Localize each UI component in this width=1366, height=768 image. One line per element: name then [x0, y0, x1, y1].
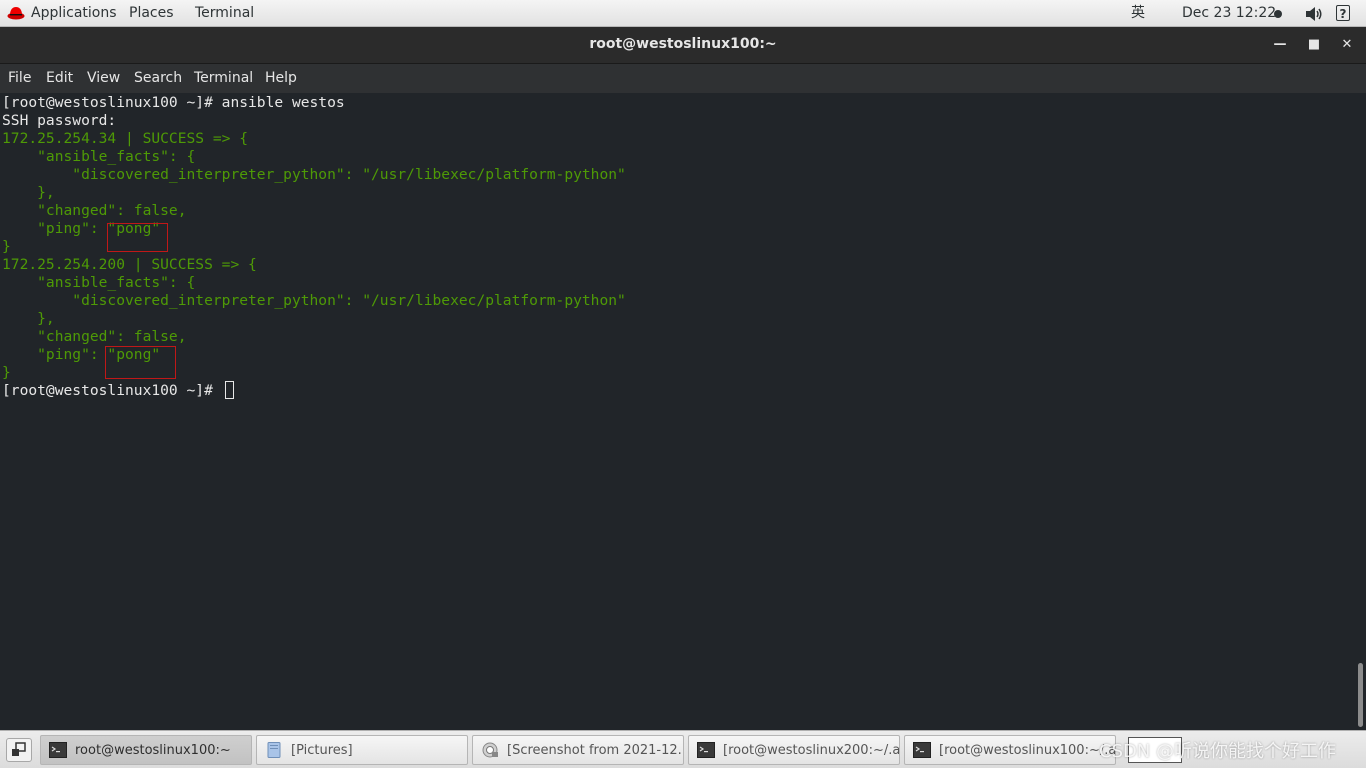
help-icon[interactable]: ?	[1336, 5, 1350, 21]
terminal-line: "ansible_facts": {	[2, 274, 196, 291]
file-manager-icon	[265, 742, 283, 758]
maximize-button[interactable]: ■	[1304, 35, 1324, 55]
task-label: root@westoslinux100:~	[75, 743, 231, 758]
menu-file[interactable]: File	[8, 70, 31, 87]
task-label: [root@westoslinux100:~/.a...	[939, 743, 1116, 758]
menu-terminal[interactable]: Terminal	[194, 70, 253, 87]
menu-edit[interactable]: Edit	[46, 70, 73, 87]
close-button[interactable]: ✕	[1337, 35, 1357, 55]
terminal-app-menu[interactable]: Terminal	[195, 4, 254, 23]
menu-help[interactable]: Help	[265, 70, 297, 87]
places-menu[interactable]: Places	[129, 4, 174, 23]
terminal-line: "discovered_interpreter_python": "/usr/l…	[2, 166, 626, 183]
terminal-line: "changed": false,	[2, 328, 187, 345]
terminal-line: 172.25.254.200 | SUCCESS => {	[2, 256, 257, 273]
terminal-line: "changed": false,	[2, 202, 187, 219]
terminal-line: 172.25.254.34 | SUCCESS => {	[2, 130, 249, 147]
clock[interactable]: Dec 23 12:22	[1182, 4, 1276, 23]
menu-view[interactable]: View	[87, 70, 120, 87]
task-label: [Pictures]	[291, 743, 353, 758]
redhat-logo-icon[interactable]	[7, 6, 25, 20]
terminal-scrollbar[interactable]	[1356, 93, 1366, 730]
scrollbar-thumb[interactable]	[1358, 663, 1363, 727]
task-button-screenshot[interactable]: [Screenshot from 2021-12...	[472, 735, 684, 765]
terminal-line: }	[2, 364, 11, 381]
terminal-icon	[49, 742, 67, 758]
task-button-terminal-200[interactable]: [root@westoslinux200:~/.a...	[688, 735, 900, 765]
window-titlebar[interactable]: root@westoslinux100:~ — ■ ✕	[0, 27, 1366, 64]
terminal-line: "ping": "pong"	[2, 220, 161, 237]
terminal-line: [root@westoslinux100 ~]# ansible westos	[2, 94, 345, 111]
terminal-line: },	[2, 310, 55, 327]
task-button-pictures[interactable]: [Pictures]	[256, 735, 468, 765]
terminal-line: [root@westoslinux100 ~]#	[2, 382, 222, 399]
task-button-terminal-100[interactable]: [root@westoslinux100:~/.a...	[904, 735, 1116, 765]
terminal-cursor	[225, 381, 234, 399]
show-desktop-button[interactable]	[6, 738, 32, 762]
volume-icon[interactable]	[1305, 6, 1323, 22]
terminal-line: SSH password:	[2, 112, 117, 129]
task-label: [root@westoslinux200:~/.a...	[723, 743, 900, 758]
terminal-lines: [root@westoslinux100 ~]# ansible westos S…	[2, 94, 626, 400]
highlight-box	[105, 346, 176, 379]
image-viewer-icon	[481, 742, 499, 758]
terminal-icon	[913, 742, 931, 758]
task-label: [Screenshot from 2021-12...	[507, 743, 684, 758]
show-desktop-icon	[12, 742, 26, 756]
highlight-box	[107, 223, 168, 252]
top-panel: Applications Places Terminal 英 Dec 23 12…	[0, 0, 1366, 27]
applications-menu[interactable]: Applications	[31, 4, 117, 23]
minimize-button[interactable]: —	[1270, 35, 1290, 55]
terminal-line: "discovered_interpreter_python": "/usr/l…	[2, 292, 626, 309]
terminal-line: "ping": "pong"	[2, 346, 161, 363]
window-title: root@westoslinux100:~	[589, 36, 777, 52]
terminal-line: },	[2, 184, 55, 201]
menubar: File Edit View Search Terminal Help	[0, 64, 1366, 93]
terminal-output[interactable]: [root@westoslinux100 ~]# ansible westos S…	[0, 93, 1356, 730]
input-method-indicator[interactable]: 英	[1131, 4, 1145, 23]
terminal-icon	[697, 742, 715, 758]
terminal-line: "ansible_facts": {	[2, 148, 196, 165]
menu-search[interactable]: Search	[134, 70, 182, 87]
notification-dot-icon	[1274, 10, 1282, 18]
task-button-terminal[interactable]: root@westoslinux100:~	[40, 735, 252, 765]
terminal-line: }	[2, 238, 11, 255]
watermark: CSDN @听说你能找个好工作	[1099, 741, 1337, 762]
